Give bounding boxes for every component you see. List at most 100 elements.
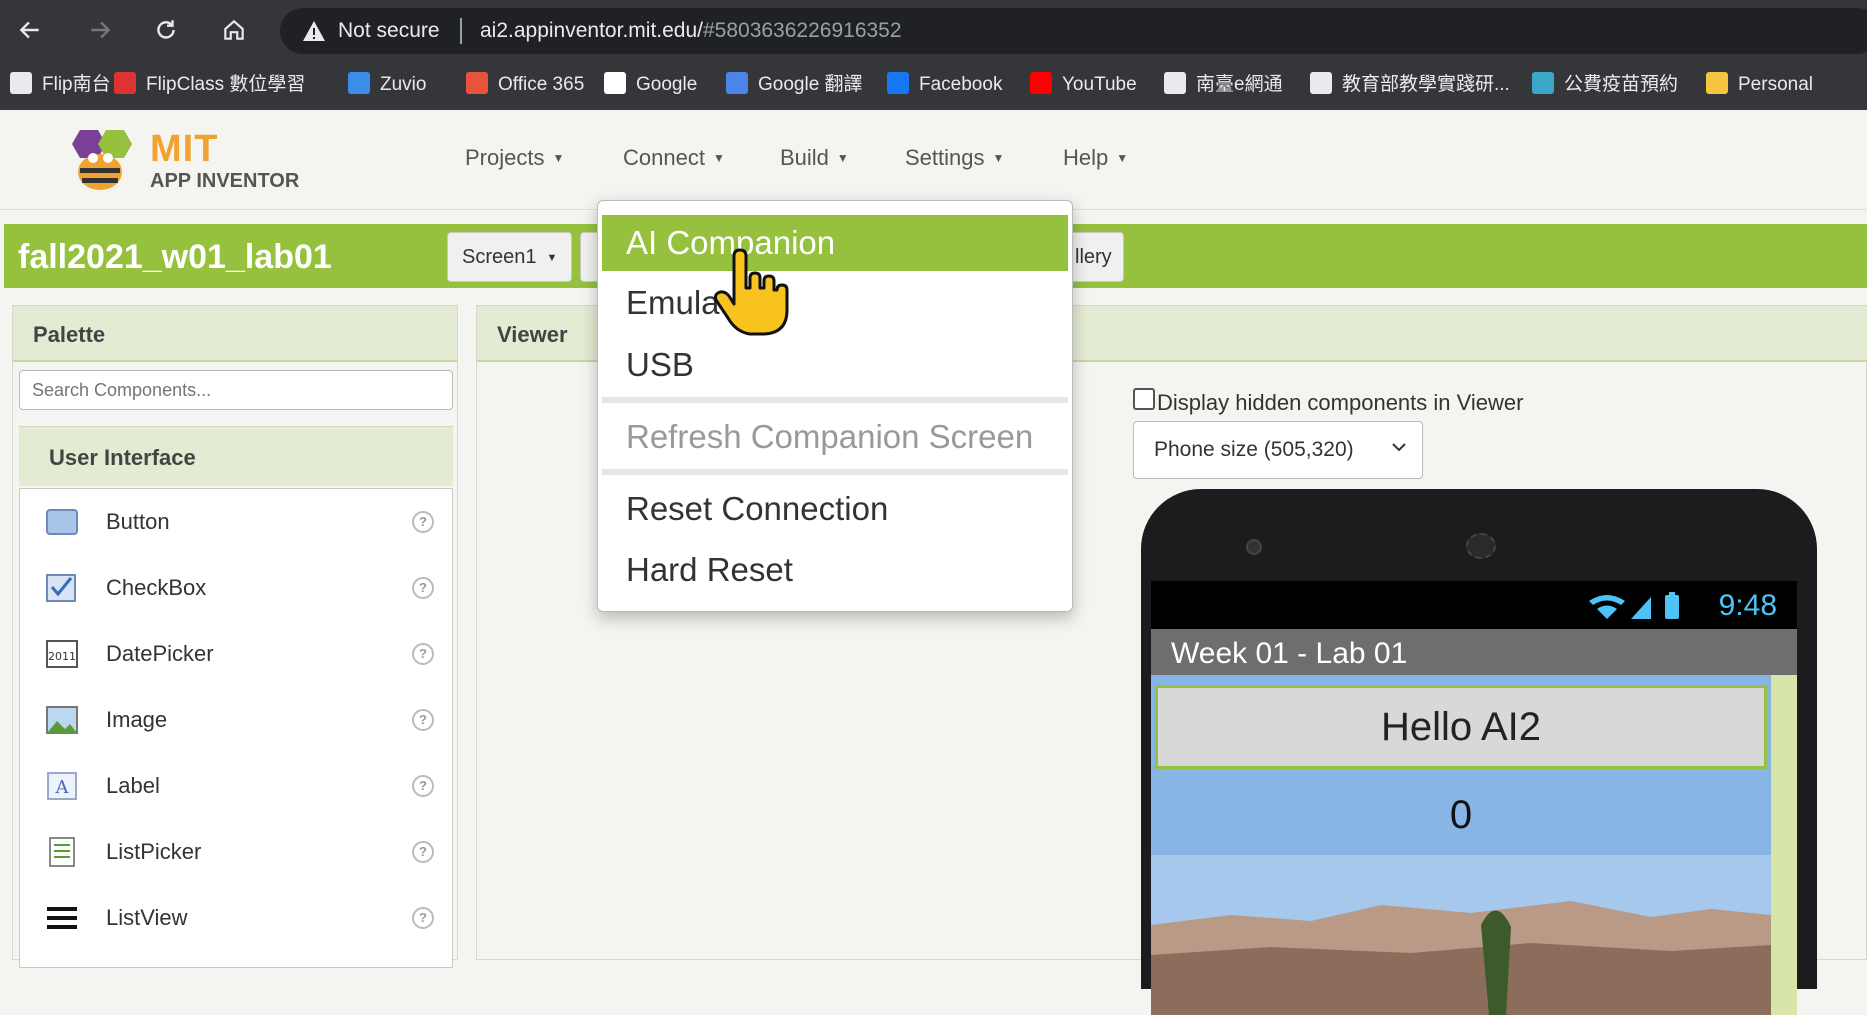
browser-chrome: Not secure ai2.appinventor.mit.edu/#5803… (0, 0, 1867, 110)
bookmark-label: 教育部教學實踐研... (1342, 74, 1510, 95)
menu-item-hard-reset[interactable]: Hard Reset (602, 542, 1068, 598)
menu-item-ai-companion[interactable]: AI Companion (602, 215, 1068, 271)
menu-settings[interactable]: Settings ▼ (905, 145, 1004, 171)
page-icon (1310, 72, 1332, 94)
help-icon[interactable]: ? (412, 511, 434, 533)
component-label: Image (106, 707, 168, 732)
help-icon[interactable]: ? (412, 841, 434, 863)
caret-down-icon: ▼ (552, 151, 565, 165)
component-listpicker[interactable]: ListPicker ? (20, 819, 452, 885)
chevron-down-icon (1392, 443, 1406, 452)
bookmark-item[interactable]: Flip南台 (10, 70, 111, 100)
forward-icon[interactable] (82, 12, 118, 48)
help-icon[interactable]: ? (412, 709, 434, 731)
address-bar[interactable]: Not secure ai2.appinventor.mit.edu/#5803… (280, 8, 1867, 54)
menu-separator (602, 397, 1068, 403)
checkbox-component-icon (46, 574, 76, 602)
google-translate-icon (726, 72, 748, 94)
component-label: Label (106, 773, 160, 798)
status-bar: 9:48 (1151, 581, 1797, 629)
screen-select-label: Screen1 (462, 246, 537, 268)
help-icon[interactable]: ? (412, 775, 434, 797)
menu-label: Connect (623, 145, 705, 170)
screen-scroll-edge (1771, 675, 1797, 1015)
viewer-title: Viewer (497, 322, 568, 347)
component-list: Button ? CheckBox ? 2011 DatePicker ? Im… (19, 488, 453, 968)
counter-label[interactable]: 0 (1151, 793, 1771, 838)
bookmark-item[interactable]: 教育部教學實踐研... (1310, 70, 1510, 100)
gallery-button-label: llery (1075, 246, 1112, 268)
component-checkbox[interactable]: CheckBox ? (20, 555, 452, 621)
bookmark-label: FlipClass 數位學習 (146, 74, 306, 95)
bookmark-item[interactable]: Google 翻譯 (726, 70, 863, 100)
phone-size-select[interactable]: Phone size (505,320) (1133, 421, 1423, 479)
phone-screen: 9:48 Week 01 - Lab 01 Hello AI2 0 (1151, 581, 1797, 1015)
page-icon (1164, 72, 1186, 94)
menu-item-reset-connection[interactable]: Reset Connection (602, 481, 1068, 537)
calendar-icon: 2011 (46, 640, 78, 668)
listpicker-component-icon (49, 837, 75, 867)
help-icon[interactable]: ? (412, 643, 434, 665)
component-label[interactable]: A Label ? (20, 753, 452, 819)
zuvio-icon (348, 72, 370, 94)
bookmark-item[interactable]: 南臺e網通 (1164, 70, 1283, 100)
menu-item-emulator[interactable]: Emulator (602, 275, 1068, 331)
app-header: MIT APP INVENTOR Projects ▼ Connect ▼ Buil… (0, 110, 1867, 210)
component-button[interactable]: Button ? (20, 489, 452, 555)
reload-icon[interactable] (148, 12, 184, 48)
user-interface-drawer[interactable]: User Interface (19, 426, 453, 486)
bookmark-item[interactable]: Office 365 (466, 70, 584, 100)
component-label: CheckBox (106, 575, 207, 600)
component-datepicker[interactable]: 2011 DatePicker ? (20, 621, 452, 687)
menu-help[interactable]: Help ▼ (1063, 145, 1128, 171)
help-icon[interactable]: ? (412, 577, 434, 599)
google-icon (604, 72, 626, 94)
bookmark-item[interactable]: YouTube (1030, 70, 1137, 100)
palette-title: Palette (33, 322, 106, 347)
bookmark-label: Zuvio (380, 74, 427, 95)
app-canvas: Hello AI2 0 (1151, 675, 1771, 1015)
display-hidden-checkbox[interactable] (1133, 388, 1155, 410)
listview-component-icon (47, 907, 77, 929)
bookmark-item[interactable]: Google (604, 70, 697, 100)
hello-button[interactable]: Hello AI2 (1155, 685, 1767, 769)
warning-icon[interactable] (302, 19, 326, 43)
search-components-input[interactable] (19, 370, 453, 410)
security-label[interactable]: Not secure (338, 19, 440, 43)
url-host: ai2.appinventor.mit.edu/ (480, 19, 703, 42)
youtube-icon (1030, 72, 1052, 94)
connect-dropdown-menu: AI Companion Emulator USB Refresh Compan… (597, 200, 1073, 612)
bookmark-label: Facebook (919, 74, 1003, 95)
component-image[interactable]: Image ? (20, 687, 452, 753)
project-title: fall2021_w01_lab01 (18, 238, 332, 276)
screen-select-button[interactable]: Screen1 ▼ (447, 232, 573, 282)
bookmark-item[interactable]: Zuvio (348, 70, 426, 100)
caret-down-icon: ▼ (546, 252, 558, 264)
bookmark-item[interactable]: Personal (1706, 70, 1813, 100)
bookmark-item[interactable]: FlipClass 數位學習 (114, 70, 305, 100)
bookmarks-bar: Flip南台 FlipClass 數位學習 Zuvio Office 365 Googl… (0, 64, 1867, 106)
bookmark-item[interactable]: Facebook (887, 70, 1002, 100)
menu-label: Help (1063, 145, 1109, 170)
menu-projects[interactable]: Projects ▼ (465, 145, 564, 171)
bookmark-label: Google 翻譯 (758, 74, 863, 95)
caret-down-icon: ▼ (1116, 151, 1129, 165)
menu-build[interactable]: Build ▼ (780, 145, 849, 171)
menu-item-usb[interactable]: USB (602, 337, 1068, 393)
label-component-icon: A (47, 772, 77, 800)
canyon-image[interactable] (1151, 855, 1771, 1015)
app-inventor-logo[interactable]: MIT APP INVENTOR (58, 118, 308, 198)
home-icon[interactable] (216, 12, 252, 48)
component-listview[interactable]: ListView ? (20, 885, 452, 951)
menu-item-refresh-companion: Refresh Companion Screen (626, 418, 1034, 455)
bookmark-label: Google (636, 74, 698, 95)
menu-connect[interactable]: Connect ▼ (623, 145, 725, 171)
back-icon[interactable] (12, 12, 48, 48)
help-icon[interactable]: ? (412, 907, 434, 929)
url-text[interactable]: ai2.appinventor.mit.edu/#580363622691635… (480, 19, 902, 43)
component-label: DatePicker (106, 641, 214, 666)
bookmark-item[interactable]: 公費疫苗預約 (1532, 70, 1678, 100)
menu-separator (602, 469, 1068, 475)
palette-panel: Palette User Interface Button ? CheckBox… (12, 305, 458, 968)
hand-pointer-cursor-icon (714, 248, 789, 336)
